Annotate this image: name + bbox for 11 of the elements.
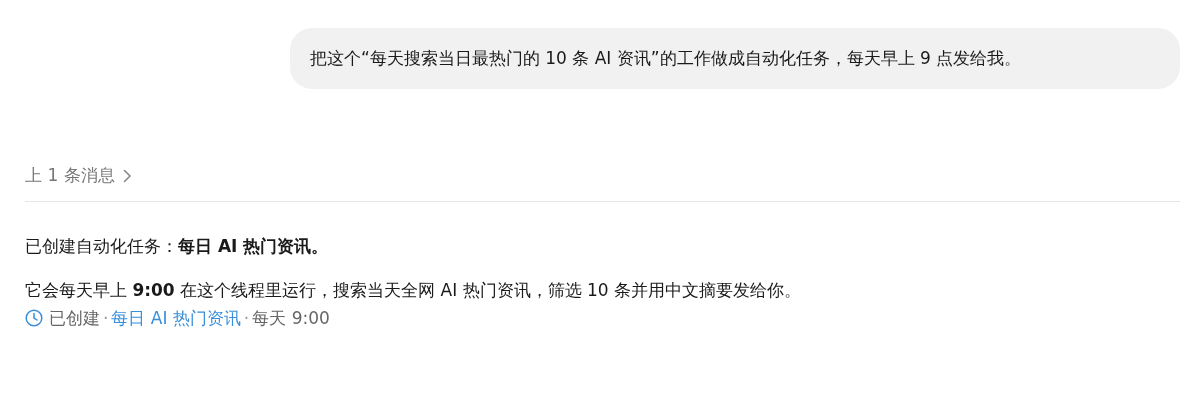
reply-paragraph: 它会每天早上 9:00 在这个线程里运行，搜索当天全网 AI 热门资讯，筛选 10 条并用中文摘要发给你。 [25, 278, 802, 302]
task-schedule: 每天 9:00 [252, 306, 330, 330]
separator-dot: · [243, 306, 250, 330]
task-link[interactable]: 每日 AI 热门资讯 [111, 305, 241, 331]
chevron-right-icon [122, 168, 132, 183]
previous-messages-link[interactable]: 上 1 条消息 [25, 163, 132, 189]
separator-dot: · [103, 306, 109, 330]
task-status: 已创建 [49, 306, 100, 330]
user-message-bubble: 把这个“每天搜索当日最热门的 10 条 AI 资讯”的工作做成自动化任务，每天早上 9 点发给我。 [290, 28, 1180, 89]
reply-paragraph: 已创建自动化任务：每日 AI 热门资讯。 [25, 234, 330, 258]
clock-icon [25, 309, 43, 328]
